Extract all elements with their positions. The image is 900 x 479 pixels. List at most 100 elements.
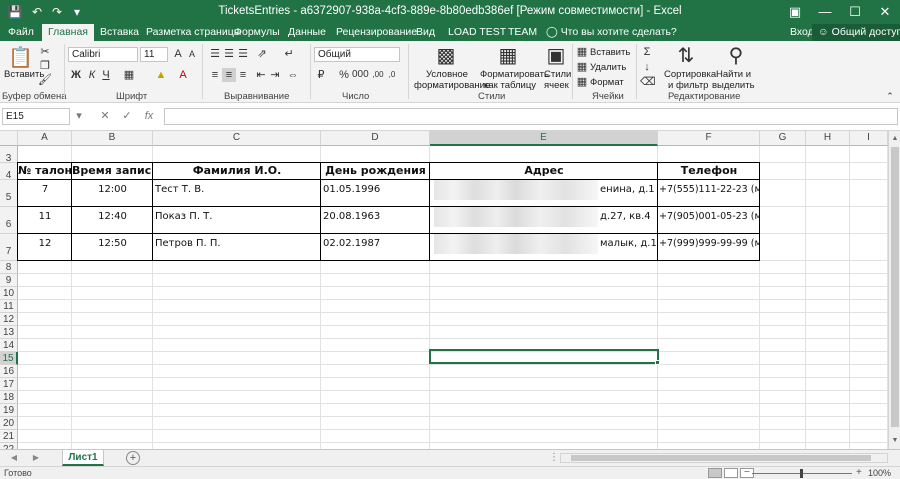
font-name-select[interactable]: Calibri xyxy=(68,47,138,62)
row-header-18[interactable]: 18 xyxy=(0,391,18,404)
cell-name[interactable]: Петров П. П. xyxy=(155,238,319,249)
fill-handle[interactable] xyxy=(655,360,660,365)
cell-time[interactable]: 12:00 xyxy=(72,184,153,195)
decrease-indent-icon[interactable]: ⇤ xyxy=(254,68,268,82)
cell-time[interactable]: 12:40 xyxy=(72,211,153,222)
normal-view-icon[interactable] xyxy=(708,468,722,478)
header-phone[interactable]: Телефон xyxy=(658,163,760,179)
row-header-21[interactable]: 21 xyxy=(0,430,18,443)
font-size-select[interactable]: 11 xyxy=(140,47,168,62)
align-top-icon[interactable]: ☰ xyxy=(208,47,222,61)
cell-address[interactable]: малык, д.1 xyxy=(600,238,656,249)
row-header-4[interactable]: 4 xyxy=(0,163,18,181)
wrap-text-icon[interactable]: ↵ xyxy=(282,47,296,61)
align-center-icon[interactable]: ≡ xyxy=(222,68,236,82)
number-format-select[interactable]: Общий xyxy=(314,47,400,62)
underline-button[interactable]: Ч xyxy=(100,68,112,82)
scroll-down-icon[interactable]: ▼ xyxy=(889,435,900,447)
cell-birthday[interactable]: 20.08.1963 xyxy=(323,211,428,222)
row-header-9[interactable]: 9 xyxy=(0,274,18,287)
sort-filter-icon[interactable]: ⇅ xyxy=(674,45,698,67)
autosum-icon[interactable]: Σ xyxy=(640,45,654,59)
column-header-i[interactable]: I xyxy=(850,131,888,146)
column-header-d[interactable]: D xyxy=(321,131,430,146)
sort-filter-label[interactable]: Сортировка xyxy=(664,69,716,80)
tab-file[interactable]: Файл xyxy=(2,24,40,41)
column-header-a[interactable]: A xyxy=(18,131,72,146)
tab-insert[interactable]: Вставка xyxy=(94,24,145,41)
collapse-ribbon-icon[interactable]: ⌃ xyxy=(884,89,896,103)
sheet-tab-list1[interactable]: Лист1 xyxy=(62,450,104,466)
comma-style-icon[interactable]: 000 xyxy=(352,68,369,82)
paste-icon[interactable]: 📋 xyxy=(8,47,33,69)
zoom-slider[interactable] xyxy=(752,469,852,478)
format-as-table-label2[interactable]: как таблицу xyxy=(484,80,536,91)
vertical-scroll-thumb[interactable] xyxy=(891,147,899,427)
page-layout-view-icon[interactable] xyxy=(724,468,738,478)
column-header-f[interactable]: F xyxy=(658,131,760,146)
conditional-formatting-label2[interactable]: форматирование xyxy=(414,80,490,91)
name-box-dropdown-icon[interactable]: ▾ xyxy=(70,108,88,125)
ribbon-display-icon[interactable]: ▣ xyxy=(780,0,810,24)
conditional-formatting-label[interactable]: Условное xyxy=(426,69,468,80)
header-ticket-number[interactable]: № талона xyxy=(18,163,72,179)
row-header-15[interactable]: 15 xyxy=(0,352,18,365)
insert-cells-button[interactable]: Вставить xyxy=(590,47,630,58)
tab-view[interactable]: Вид xyxy=(410,24,441,41)
format-as-table-label[interactable]: Форматировать xyxy=(480,69,549,80)
signin-link[interactable]: Вход xyxy=(790,24,814,41)
format-as-table-icon[interactable]: ▦ xyxy=(496,45,520,67)
tell-me-search[interactable]: ◯ Что вы хотите сделать? xyxy=(546,24,677,41)
cell-name[interactable]: Показ П. Т. xyxy=(155,211,319,222)
tab-team[interactable]: TEAM xyxy=(502,24,543,41)
zoom-out-icon[interactable]: − xyxy=(744,467,750,479)
share-button[interactable]: ☺ Общий доступ xyxy=(812,24,900,41)
header-record-time[interactable]: Время записи xyxy=(72,163,153,179)
row-header-17[interactable]: 17 xyxy=(0,378,18,391)
maximize-icon[interactable]: ☐ xyxy=(840,0,870,24)
select-all-corner[interactable] xyxy=(0,131,18,146)
column-header-b[interactable]: B xyxy=(72,131,153,146)
increase-indent-icon[interactable]: ⇥ xyxy=(268,68,282,82)
horizontal-scroll-thumb[interactable] xyxy=(571,455,871,461)
sort-filter-label2[interactable]: и фильтр xyxy=(668,80,708,91)
borders-icon[interactable]: ▦ xyxy=(122,68,136,82)
row-header-14[interactable]: 14 xyxy=(0,339,18,352)
enter-icon[interactable]: ✓ xyxy=(118,108,136,125)
spreadsheet-grid[interactable]: ABCDEFGHI 3 4 5 6 7 8 9 10 11 12 13 14 15 16 17 18 19 20 2… xyxy=(0,131,888,449)
row-header-13[interactable]: 13 xyxy=(0,326,18,339)
zoom-in-icon[interactable]: + xyxy=(856,467,862,479)
format-painter-icon[interactable]: 🖌 xyxy=(38,73,52,87)
header-address[interactable]: Адрес xyxy=(430,163,658,179)
delete-cells-button[interactable]: Удалить xyxy=(590,62,626,73)
cell-birthday[interactable]: 01.05.1996 xyxy=(323,184,428,195)
cancel-icon[interactable]: ✕ xyxy=(96,108,114,125)
header-full-name[interactable]: Фамилия И.О. xyxy=(153,163,321,179)
cell-phone[interactable]: +7(999)999-99-99 (моб.) xyxy=(659,238,760,249)
column-header-e[interactable]: E xyxy=(430,131,658,146)
align-right-icon[interactable]: ≡ xyxy=(236,68,250,82)
column-header-g[interactable]: G xyxy=(760,131,806,146)
clear-icon[interactable]: ⌫ xyxy=(640,75,656,89)
row-header-19[interactable]: 19 xyxy=(0,404,18,417)
format-cells-icon[interactable]: ▦ xyxy=(576,75,588,89)
row-header-11[interactable]: 11 xyxy=(0,300,18,313)
find-select-label[interactable]: Найти и xyxy=(716,69,751,80)
insert-function-icon[interactable]: fx xyxy=(140,108,158,125)
add-sheet-icon[interactable]: + xyxy=(126,451,140,465)
row-header-12[interactable]: 12 xyxy=(0,313,18,326)
cell-name[interactable]: Тест Т. В. xyxy=(155,184,319,195)
row-header-10[interactable]: 10 xyxy=(0,287,18,300)
cell-address[interactable]: енина, д.1 xyxy=(600,184,656,195)
cell-styles-label[interactable]: Стили xyxy=(544,69,571,80)
row-header-7[interactable]: 7 xyxy=(0,234,18,261)
row-header-5[interactable]: 5 xyxy=(0,180,18,207)
delete-cells-icon[interactable]: ▦ xyxy=(576,60,588,74)
cut-icon[interactable]: ✂ xyxy=(38,45,52,59)
row-header-6[interactable]: 6 xyxy=(0,207,18,234)
tab-formulas[interactable]: Формулы xyxy=(228,24,286,41)
row-header-8[interactable]: 8 xyxy=(0,261,18,274)
insert-cells-icon[interactable]: ▦ xyxy=(576,45,588,59)
tab-data[interactable]: Данные xyxy=(282,24,332,41)
decrease-font-icon[interactable]: A xyxy=(186,47,198,61)
